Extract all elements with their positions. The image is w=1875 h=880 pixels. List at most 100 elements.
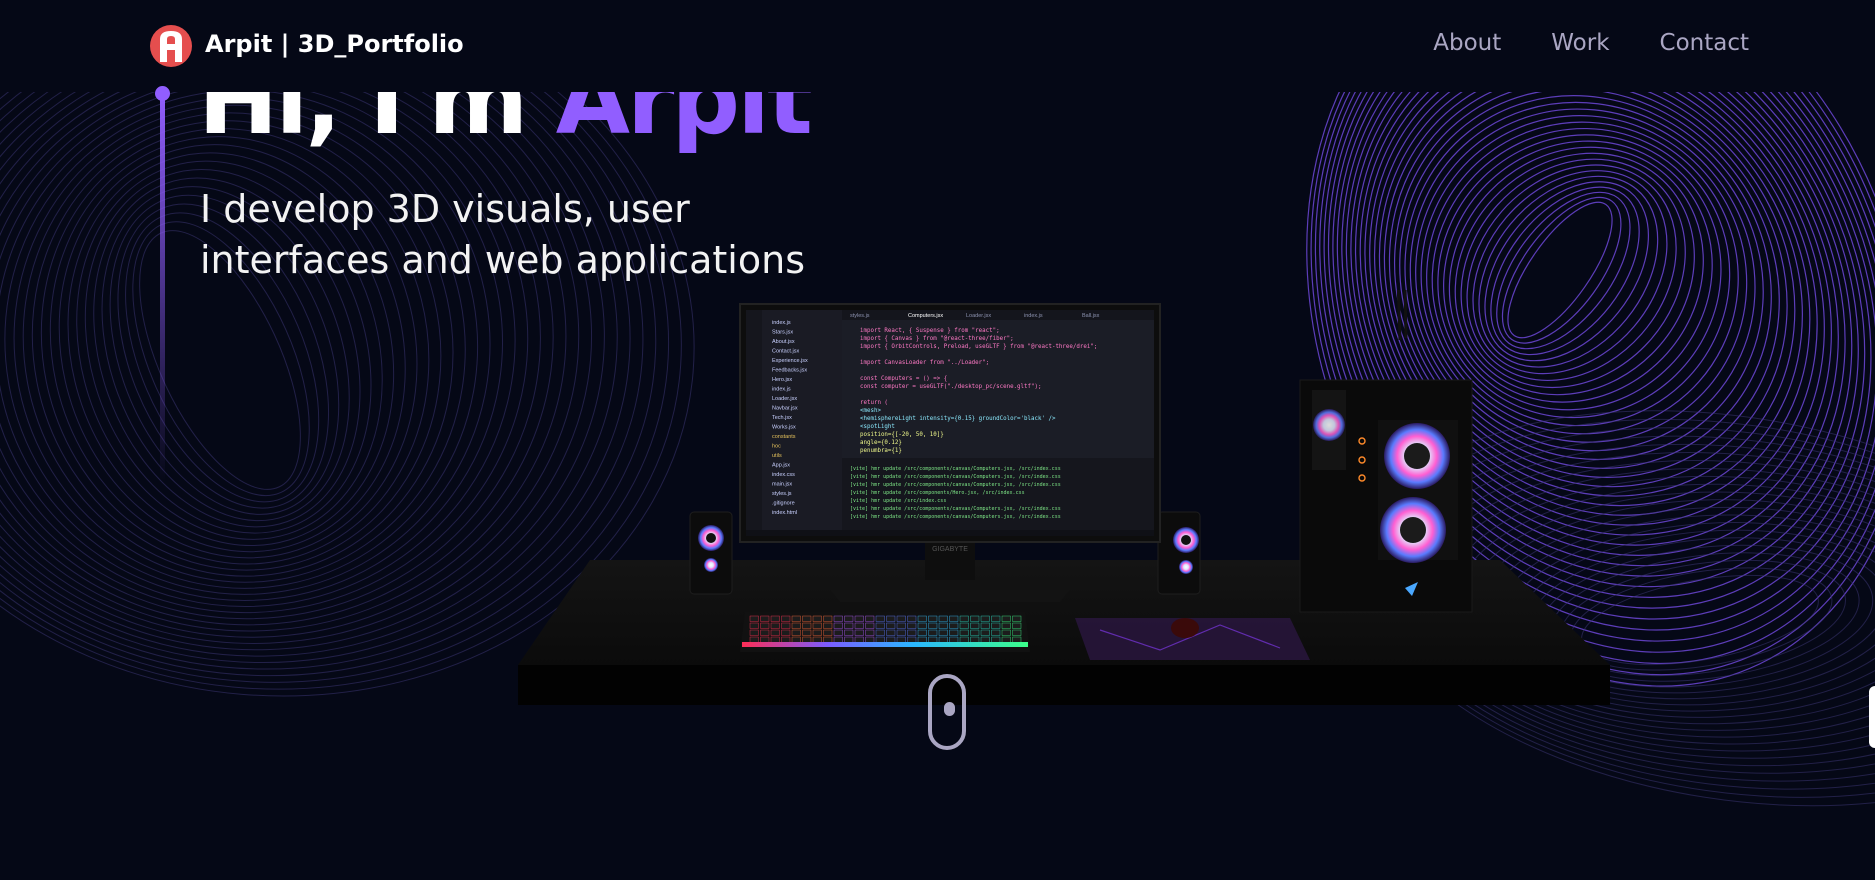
hero-subtitle: I develop 3D visuals, user interfaces an…	[200, 184, 900, 286]
keyboard-key	[980, 615, 990, 622]
keyboard-key	[886, 615, 896, 622]
code-line: <hemisphereLight intensity={0.15} ground…	[860, 416, 1056, 422]
terminal-line: [vite] hmr update /src/index.css	[850, 498, 946, 504]
keyboard-key	[938, 622, 948, 629]
keyboard-key	[844, 629, 854, 636]
editor-tab: Computers.jsx	[908, 313, 943, 319]
keyboard-key	[1012, 636, 1022, 643]
keyboard-key	[854, 636, 864, 643]
desk-setup-3d-canvas[interactable]: index.js Stars.jsx About.jsx Contact.jsx Exp…	[500, 290, 1640, 730]
nav-link-contact[interactable]: Contact	[1660, 30, 1749, 56]
keyboard-key	[875, 615, 885, 622]
nav-link-about[interactable]: About	[1433, 30, 1501, 56]
file-tree-item: Navbar.jsx	[772, 406, 798, 412]
terminal-line: [vite] hmr update /src/components/canvas…	[850, 482, 1061, 488]
keyboard-key	[949, 636, 959, 643]
navbar: Arpit | 3D_Portfolio About Work Contact	[0, 0, 1875, 92]
keyboard-key	[991, 615, 1001, 622]
code-line: import { Canvas } from "@react-three/fib…	[860, 336, 1014, 342]
monitor-brand-label: GIGABYTE	[932, 546, 968, 553]
editor-tab: Ball.jsx	[1082, 313, 1100, 319]
keyboard-key	[896, 636, 906, 643]
keyboard-key	[802, 615, 812, 622]
file-tree-item: styles.js	[772, 491, 792, 497]
keyboard-key	[781, 636, 791, 643]
keyboard-key	[760, 636, 770, 643]
file-tree-item: Tech.jsx	[772, 415, 792, 421]
editor-tab: index.js	[1024, 313, 1043, 319]
keyboard-key	[791, 629, 801, 636]
file-tree-item: Works.jsx	[772, 425, 796, 431]
keyboard-key	[854, 622, 864, 629]
file-tree-item: index.css	[772, 472, 795, 478]
logo-icon[interactable]	[150, 25, 192, 67]
keyboard-key	[791, 615, 801, 622]
keyboard-key	[749, 615, 759, 622]
keyboard-key	[886, 622, 896, 629]
wave-line	[31, 120, 442, 571]
file-tree-item: Loader.jsx	[772, 396, 797, 402]
mouse	[1171, 618, 1199, 638]
file-tree-item: Stars.jsx	[772, 330, 793, 336]
keyboard-key	[865, 636, 875, 643]
keyboard-key	[760, 629, 770, 636]
keyboard-key	[781, 615, 791, 622]
keyboard-key	[907, 629, 917, 636]
file-tree-item: main.jsx	[772, 482, 792, 488]
hero-subtitle-line1: I develop 3D visuals, user	[200, 187, 690, 231]
keyboard-key	[802, 622, 812, 629]
keyboard-key	[770, 615, 780, 622]
keyboard-key	[907, 636, 917, 643]
keyboard-key	[1001, 615, 1011, 622]
code-line: import { OrbitControls, Preload, useGLTF…	[860, 344, 1097, 350]
hero-accent-line	[160, 92, 165, 482]
keyboard-key	[980, 622, 990, 629]
keyboard-key	[959, 622, 969, 629]
code-line: return (	[860, 400, 888, 406]
keyboard-key	[854, 629, 864, 636]
keyboard-key	[917, 622, 927, 629]
keyboard-key	[1001, 636, 1011, 643]
keyboard-key	[949, 622, 959, 629]
keyboard-key	[896, 622, 906, 629]
keyboard-key	[928, 615, 938, 622]
keyboard-key	[823, 615, 833, 622]
brand-title[interactable]: Arpit | 3D_Portfolio	[205, 30, 464, 58]
keyboard-key	[1001, 622, 1011, 629]
keyboard-key	[844, 615, 854, 622]
keyboard-key	[812, 615, 822, 622]
keyboard-key	[949, 629, 959, 636]
terminal-line: [vite] hmr update /src/components/canvas…	[850, 474, 1061, 480]
keyboard-key	[865, 615, 875, 622]
desk-front	[518, 665, 1610, 705]
terminal-line: [vite] hmr update /src/components/Hero.j…	[850, 490, 1025, 496]
keyboard-key	[928, 622, 938, 629]
code-line: <spotLight	[860, 424, 895, 430]
pc-tower	[1299, 290, 1473, 613]
nav-link-work[interactable]: Work	[1551, 30, 1609, 56]
keyboard-key	[770, 636, 780, 643]
terminal-line: [vite] hmr update /src/components/canvas…	[850, 506, 1061, 512]
speaker-right	[1157, 511, 1201, 595]
keyboard-key	[802, 629, 812, 636]
file-tree-item: utils	[772, 453, 782, 459]
nav-links: About Work Contact	[1433, 30, 1749, 56]
keyboard-key	[865, 622, 875, 629]
keyboard-key	[833, 629, 843, 636]
hero-subtitle-line2: interfaces and web applications	[200, 238, 805, 282]
keyboard-key	[917, 629, 927, 636]
keyboard-key	[991, 629, 1001, 636]
keyboard-key	[812, 636, 822, 643]
side-edge-tab[interactable]	[1869, 686, 1875, 748]
code-line: const computer = useGLTF("./desktop_pc/s…	[860, 384, 1041, 390]
keyboard-key	[886, 629, 896, 636]
keyboard-key	[865, 629, 875, 636]
keyboard-key	[959, 629, 969, 636]
file-tree-item: index.html	[772, 510, 797, 516]
code-line: import React, { Suspense } from "react";	[860, 328, 1000, 334]
keyboard-key	[760, 615, 770, 622]
keyboard-key	[959, 636, 969, 643]
scroll-down-button[interactable]	[928, 674, 966, 750]
file-tree-item: index.js	[772, 320, 791, 326]
keyboard-key	[928, 636, 938, 643]
